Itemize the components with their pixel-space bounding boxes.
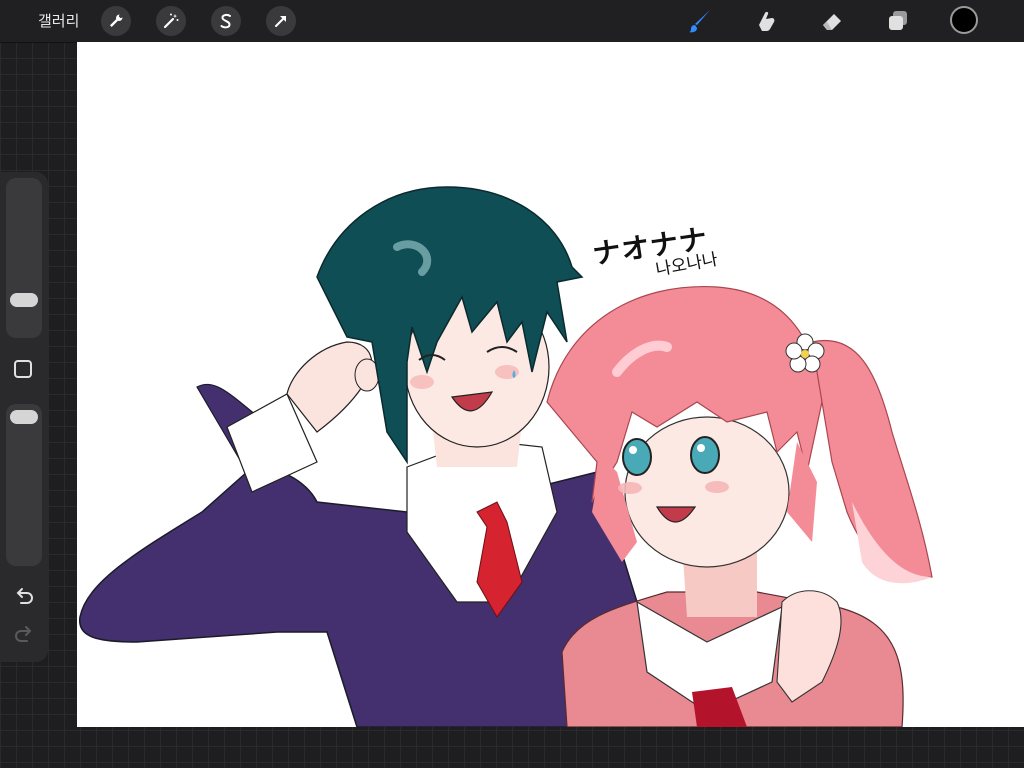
smudge-finger-icon bbox=[759, 11, 775, 31]
redo-button[interactable] bbox=[12, 623, 36, 647]
adjustments-button[interactable] bbox=[156, 6, 186, 36]
selection-button[interactable] bbox=[211, 6, 241, 36]
modify-button[interactable] bbox=[14, 360, 32, 378]
brush-size-slider[interactable] bbox=[6, 178, 42, 338]
undo-button[interactable] bbox=[12, 585, 36, 609]
artwork-illustration bbox=[79, 186, 933, 727]
gallery-button[interactable]: 갤러리 bbox=[38, 10, 79, 31]
brush-icon bbox=[689, 10, 710, 33]
redo-icon bbox=[15, 626, 32, 642]
eraser-icon bbox=[823, 14, 841, 30]
brush-tool-button[interactable] bbox=[684, 6, 716, 36]
actions-button[interactable] bbox=[101, 6, 131, 36]
drawing-canvas[interactable]: ナオナナ 나오나나 bbox=[77, 42, 1024, 727]
magic-wand-icon bbox=[163, 13, 179, 29]
wrench-icon bbox=[110, 14, 123, 27]
eraser-tool-button[interactable] bbox=[816, 6, 848, 36]
left-sidebar bbox=[0, 172, 48, 662]
smudge-tool-button[interactable] bbox=[750, 6, 782, 36]
layers-button[interactable] bbox=[882, 6, 914, 36]
opacity-slider-thumb[interactable] bbox=[10, 410, 38, 424]
arrow-cursor-icon bbox=[275, 16, 286, 27]
undo-icon bbox=[16, 588, 33, 604]
color-picker-swatch[interactable] bbox=[950, 6, 978, 34]
selection-s-icon bbox=[220, 13, 231, 29]
transform-button[interactable] bbox=[266, 6, 296, 36]
layers-icon bbox=[889, 11, 907, 30]
brush-size-slider-thumb[interactable] bbox=[10, 293, 38, 307]
opacity-slider[interactable] bbox=[6, 404, 42, 566]
top-toolbar: 갤러리 bbox=[0, 0, 1024, 43]
